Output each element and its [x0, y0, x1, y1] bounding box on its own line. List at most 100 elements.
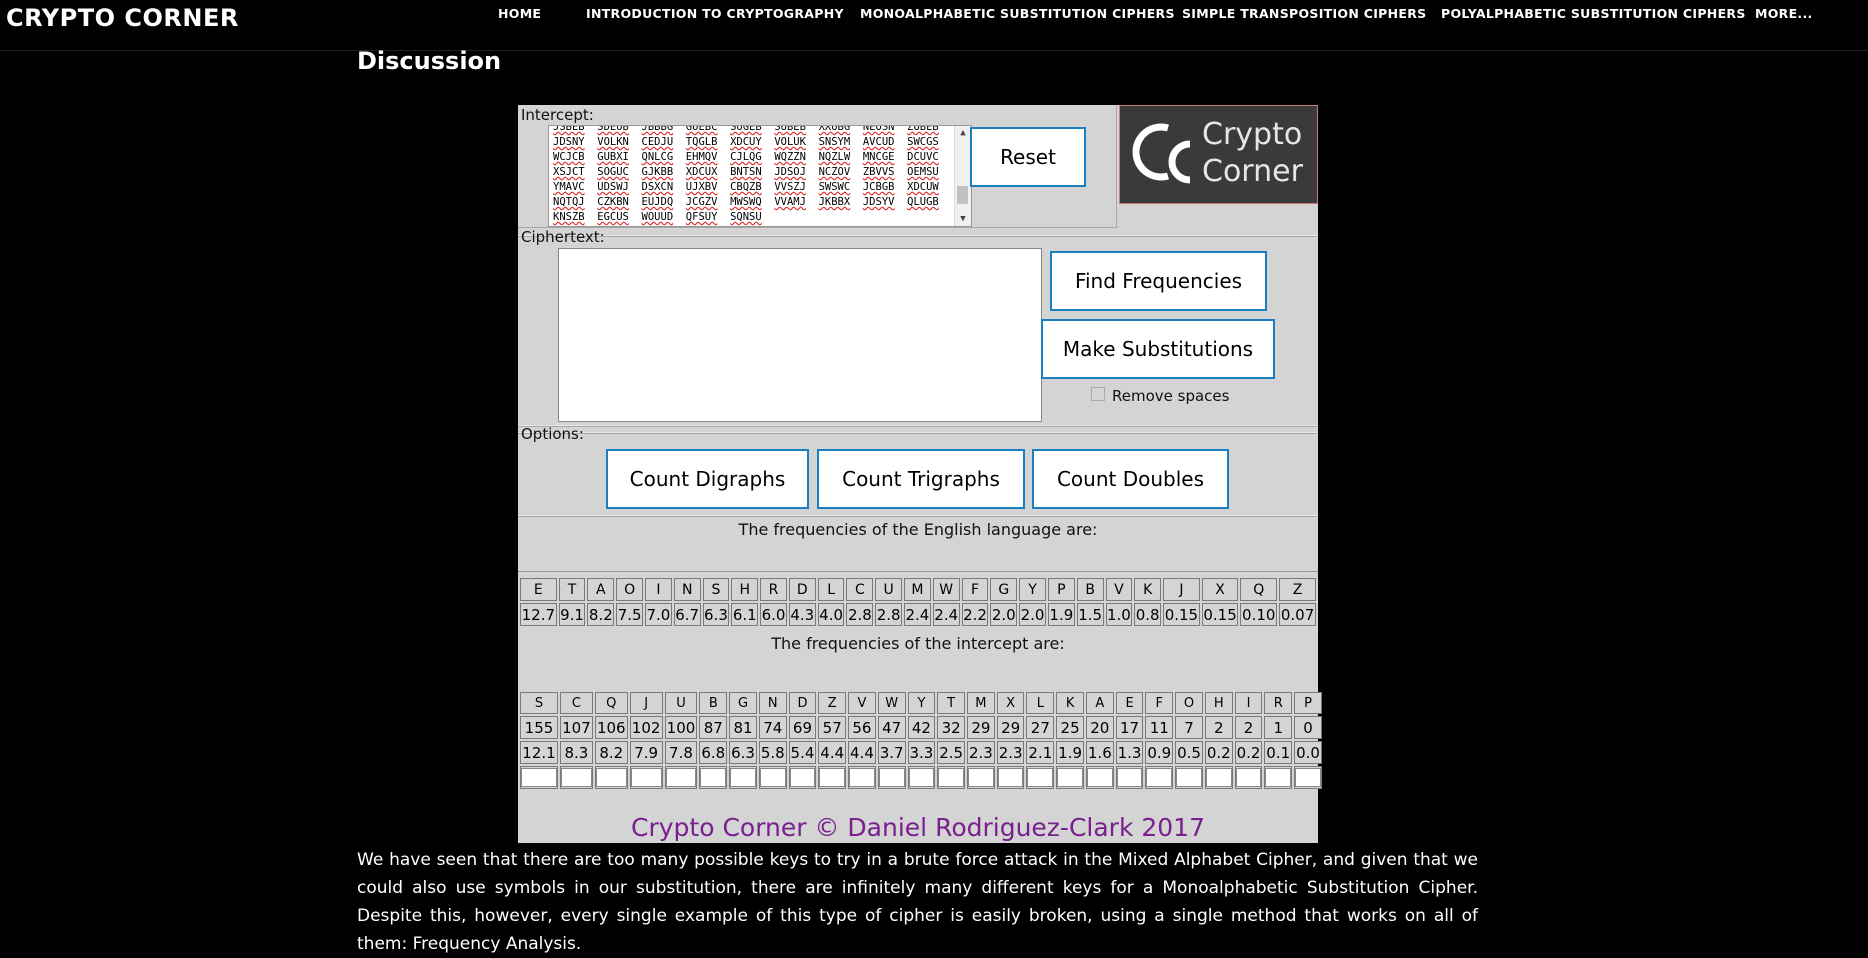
- copyright: Crypto Corner © Daniel Rodriguez-Clark 2…: [631, 813, 1205, 842]
- intercept-percents-row: 12.1 8.3 8.2 7.9 7.8 6.8 6.3 5.8 5.4 4.4 4.4 3.7 3.3…: [520, 741, 1322, 764]
- substitution-input[interactable]: [1235, 768, 1262, 787]
- intercept-letter-cell: W: [877, 692, 906, 714]
- count-doubles-button[interactable]: Count Doubles: [1032, 449, 1229, 509]
- substitution-input[interactable]: [1057, 768, 1083, 787]
- count-trigraphs-button[interactable]: Count Trigraphs: [817, 449, 1025, 509]
- substitution-input[interactable]: [630, 768, 662, 787]
- intercept-group: QFSUY: [685, 211, 718, 223]
- find-frequencies-button[interactable]: Find Frequencies: [1050, 251, 1267, 311]
- english-letter-cell: C: [846, 578, 874, 601]
- nav-home[interactable]: HOME: [498, 6, 541, 21]
- substitution-input[interactable]: [1205, 768, 1232, 787]
- substitution-input-cell: [1056, 766, 1084, 789]
- ciphertext-label: Ciphertext:: [521, 228, 605, 246]
- reset-button[interactable]: Reset: [970, 127, 1086, 187]
- scroll-up-icon[interactable]: ▲: [955, 126, 971, 140]
- english-letter-cell: L: [817, 578, 845, 601]
- intercept-counts-row: 155 107 106 102 100 87 81 74 69 57 56 47 42 32 29 29 27 2…: [520, 716, 1322, 739]
- substitution-input[interactable]: [759, 768, 786, 787]
- intercept-count-cell: 107: [559, 716, 593, 739]
- intercept-line: KNSZB EGCUS WOUUD QFSUY SQNSU: [553, 210, 939, 225]
- frequency-analysis-tool: Intercept: JSBEB SDEUB JBBBG GUEBC SUGEB…: [518, 105, 1322, 843]
- substitution-input[interactable]: [560, 768, 592, 787]
- scroll-down-icon[interactable]: ▼: [955, 212, 971, 226]
- substitution-input-cell: [1264, 766, 1293, 789]
- intercept-letter-cell: I: [1234, 692, 1263, 714]
- intercept-letter-cell: Q: [594, 692, 628, 714]
- english-letter-cell: X: [1201, 578, 1239, 601]
- remove-spaces-checkbox[interactable]: [1091, 387, 1105, 401]
- intercept-group: XXUBG: [818, 125, 851, 133]
- substitution-input[interactable]: [849, 768, 875, 787]
- intercept-scrollbar[interactable]: ▲ ▼: [954, 126, 971, 226]
- substitution-input[interactable]: [938, 768, 965, 787]
- intercept-group: CBQZB: [730, 181, 762, 193]
- intercept-percent-cell: 4.4: [848, 741, 876, 764]
- english-letter-cell: U: [875, 578, 903, 601]
- intercept-group: CEDJU: [641, 136, 674, 148]
- intercept-count-cell: 32: [937, 716, 966, 739]
- substitution-input[interactable]: [1086, 768, 1113, 787]
- nav-polyalphabetic-substitution-ciphers[interactable]: POLYALPHABETIC SUBSTITUTION CIPHERS: [1441, 6, 1746, 21]
- substitution-input[interactable]: [1265, 768, 1292, 787]
- intercept-count-cell: 17: [1115, 716, 1144, 739]
- intercept-percent-cell: 1.3: [1115, 741, 1144, 764]
- substitution-input[interactable]: [968, 768, 994, 787]
- intercept-label: Intercept:: [521, 106, 594, 124]
- nav-monoalphabetic-substitution-ciphers[interactable]: MONOALPHABETIC SUBSTITUTION CIPHERS: [860, 6, 1175, 21]
- nav-simple-transposition-ciphers[interactable]: SIMPLE TRANSPOSITION CIPHERS: [1182, 6, 1426, 21]
- make-substitutions-button[interactable]: Make Substitutions: [1041, 319, 1275, 379]
- english-letter-cell: M: [904, 578, 931, 601]
- substitution-input[interactable]: [819, 768, 846, 787]
- substitution-input[interactable]: [665, 768, 697, 787]
- substitution-input[interactable]: [789, 768, 816, 787]
- intercept-letters-row: SCQJUBGNDZVWYTMXLKAEFOHIRP: [520, 692, 1322, 714]
- intercept-count-cell: 74: [758, 716, 787, 739]
- english-value-cell: 0.07: [1279, 603, 1316, 626]
- intercept-percent-cell: 0.9: [1145, 741, 1174, 764]
- english-value-cell: 7.5: [616, 603, 644, 626]
- substitution-input[interactable]: [521, 768, 557, 787]
- scroll-thumb[interactable]: [957, 186, 968, 204]
- english-value-cell: 0.10: [1240, 603, 1278, 626]
- intercept-letter-cell: G: [729, 692, 757, 714]
- intercept-letter-cell: V: [848, 692, 876, 714]
- english-value-cell: 1.0: [1105, 603, 1133, 626]
- substitution-input[interactable]: [700, 768, 727, 787]
- intercept-textarea[interactable]: JSBEB SDEUB JBBBG GUEBC SUGEB SUBEB XXUB…: [548, 125, 972, 227]
- substitution-input-cell: [1145, 766, 1174, 789]
- intercept-count-cell: 56: [848, 716, 876, 739]
- english-value-cell: 7.0: [645, 603, 672, 626]
- substitution-input[interactable]: [878, 768, 905, 787]
- substitution-input[interactable]: [1176, 768, 1202, 787]
- intercept-count-cell: 69: [788, 716, 817, 739]
- substitution-input[interactable]: [730, 768, 756, 787]
- cc-logo-icon: [1132, 123, 1191, 184]
- substitution-input[interactable]: [1116, 768, 1143, 787]
- nav-introduction-to-cryptography[interactable]: INTRODUCTION TO CRYPTOGRAPHY: [586, 6, 844, 21]
- intercept-group: VVAMJ: [774, 196, 806, 208]
- english-letter-cell: H: [731, 578, 759, 601]
- site-title[interactable]: CRYPTO CORNER: [6, 4, 239, 32]
- intercept-line: NQTQJ CZKBN EUJDQ JCGZV MWSWQ VVAMJ JKBB…: [553, 195, 939, 210]
- divider: [518, 235, 1318, 237]
- ciphertext-textarea[interactable]: [558, 248, 1042, 422]
- substitution-input[interactable]: [1295, 768, 1321, 787]
- nav-more[interactable]: MORE...: [1755, 6, 1813, 21]
- substitution-input[interactable]: [1027, 768, 1054, 787]
- intercept-percent-cell: 3.3: [907, 741, 936, 764]
- intercept-letter-cell: X: [996, 692, 1025, 714]
- substitution-input[interactable]: [908, 768, 935, 787]
- intercept-count-cell: 106: [594, 716, 628, 739]
- count-digraphs-button[interactable]: Count Digraphs: [606, 449, 809, 509]
- intercept-count-cell: 1: [1264, 716, 1293, 739]
- substitution-input[interactable]: [1146, 768, 1173, 787]
- intercept-percent-cell: 6.8: [699, 741, 728, 764]
- substitution-input[interactable]: [595, 768, 627, 787]
- english-letter-cell: K: [1134, 578, 1162, 601]
- intercept-letter-cell: P: [1294, 692, 1322, 714]
- substitution-input[interactable]: [997, 768, 1024, 787]
- crypto-corner-logo: Crypto Corner: [1119, 105, 1318, 204]
- intercept-line: YMAVC UDSWJ DSXCN UJXBV CBQZB VVSZJ SWSW…: [553, 180, 939, 195]
- intercept-group: XDCUX: [685, 166, 718, 178]
